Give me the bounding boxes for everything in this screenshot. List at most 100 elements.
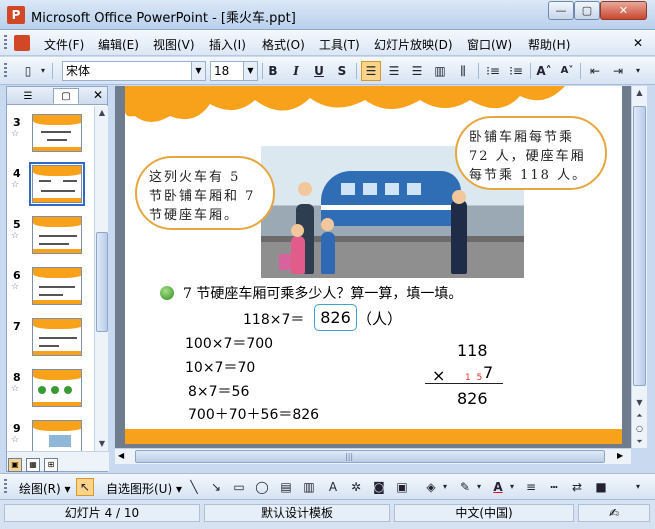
font-color-icon[interactable]: A [489,478,507,496]
slideshow-view-icon[interactable]: ⊞ [44,458,58,472]
scroll-thumb[interactable] [633,106,646,386]
arrow-icon[interactable]: ↘ [207,478,225,496]
menu-view[interactable]: 视图(V) [153,36,195,53]
columns-icon[interactable]: ⫼ [453,61,473,81]
picture-icon[interactable]: ▣ [393,478,411,496]
menu-edit[interactable]: 编辑(E) [98,36,139,53]
line-color-icon[interactable]: ✎ [456,478,474,496]
wordart-icon[interactable]: A [324,478,342,496]
scroll-up-icon[interactable]: ▲ [632,86,647,99]
bold-button[interactable]: B [263,61,283,81]
menu-grip[interactable] [4,35,7,51]
vertical-textbox-icon[interactable]: ▥ [300,478,318,496]
increase-font-icon[interactable]: A˄ [534,61,554,81]
chevron-down-icon[interactable]: ▼ [191,62,205,80]
fill-dropdown-icon[interactable]: ▾ [440,478,450,496]
scroll-down-icon[interactable]: ▼ [95,437,109,451]
slide-thumbnail-selected[interactable] [29,162,85,206]
shadow-style-icon[interactable]: ■ [592,478,610,496]
thumbnail-row-7[interactable]: 7 [7,318,93,368]
clipart-icon[interactable]: ◙ [370,478,388,496]
menu-tools[interactable]: 工具(T) [319,36,360,53]
powerpoint-icon[interactable]: P [7,6,25,24]
previous-slide-icon[interactable]: ⏶ [632,409,647,422]
design-template[interactable]: 默认设计模板 [204,504,390,522]
align-center-icon[interactable]: ☰ [384,61,404,81]
menu-format[interactable]: 格式(O) [262,36,305,53]
thumbnail-row-5[interactable]: 5 ☆ [7,216,93,266]
font-name-select[interactable]: 宋体 ▼ [62,61,206,81]
line-color-dropdown-icon[interactable]: ▾ [474,478,484,496]
thumbnail-row-9[interactable]: 9 ☆ [7,420,93,451]
new-icon[interactable]: ▯ [18,61,38,81]
minimize-button[interactable]: — [548,1,574,20]
menu-insert[interactable]: 插入(I) [209,36,246,53]
doc-close-icon[interactable]: ✕ [633,36,643,50]
close-button[interactable]: ✕ [600,1,647,20]
autoshapes-menu[interactable]: 自选图形(U) ▾ [106,480,182,497]
thumbnail-row-3[interactable]: 3 ☆ [7,114,93,164]
select-browse-object-icon[interactable]: ○ [632,422,647,435]
menu-file[interactable]: 文件(F) [44,36,84,53]
decrease-indent-icon[interactable]: ⇤ [585,61,605,81]
slide-vertical-scrollbar[interactable]: ▲ ▼ ⏶ ○ ⏷ [631,86,647,448]
scroll-thumb[interactable] [96,232,108,332]
scroll-up-icon[interactable]: ▲ [95,106,109,120]
outline-tab-icon[interactable]: ☰ [15,88,41,104]
menu-help[interactable]: 帮助(H) [528,36,570,53]
italic-button[interactable]: I [286,61,306,81]
distribute-icon[interactable]: ▥ [430,61,450,81]
toolbar-options-icon[interactable]: ▾ [632,478,644,496]
scroll-left-icon[interactable]: ◀ [118,451,124,460]
dash-style-icon[interactable]: ┅ [545,478,563,496]
scroll-right-icon[interactable]: ▶ [617,451,623,460]
scroll-down-icon[interactable]: ▼ [632,396,647,409]
document-icon[interactable] [14,35,30,51]
thumbnail-row-6[interactable]: 6 ☆ [7,267,93,317]
slide-thumbnail[interactable] [32,369,82,407]
toolbar-grip[interactable] [4,63,7,79]
chevron-down-icon[interactable]: ▼ [243,62,257,80]
menu-slideshow[interactable]: 幻灯片放映(D) [374,36,453,53]
slide-canvas[interactable]: 这列火车有 5 节卧铺车厢和 7 节硬座车厢。 卧铺车厢每节乘 72 人，硬座车… [125,86,622,444]
line-icon[interactable]: ╲ [185,478,203,496]
slide-thumbnail[interactable] [32,420,82,451]
sorter-view-icon[interactable]: ▦ [26,458,40,472]
draw-menu[interactable]: 绘图(R) ▾ [19,480,71,497]
textbox-icon[interactable]: ▤ [277,478,295,496]
slides-tab-icon[interactable]: ▢ [53,88,79,104]
slide-horizontal-scrollbar[interactable]: ◀ ||| ▶ [115,448,631,464]
rectangle-icon[interactable]: ▭ [230,478,248,496]
increase-indent-icon[interactable]: ⇥ [608,61,628,81]
normal-view-icon[interactable]: ▣ [8,458,22,472]
thumbnail-scrollbar[interactable]: ▲ ▼ [94,106,108,451]
answer-box[interactable]: 826 [314,304,357,331]
menu-window[interactable]: 窗口(W) [467,36,512,53]
thumbnail-row-8[interactable]: 8 ☆ [7,369,93,419]
scroll-thumb[interactable] [135,450,605,463]
slide-thumbnail[interactable] [32,267,82,305]
fill-color-icon[interactable]: ◈ [422,478,440,496]
line-style-icon[interactable]: ≡ [522,478,540,496]
decrease-font-icon[interactable]: A˅ [557,61,577,81]
underline-button[interactable]: U [309,61,329,81]
slide-thumbnail[interactable] [32,114,82,152]
shadow-button[interactable]: S [332,61,352,81]
select-arrow-icon[interactable]: ↖ [76,478,94,496]
slide-thumbnail[interactable] [32,318,82,356]
align-left-icon[interactable]: ☰ [361,61,381,81]
bullets-icon[interactable]: ⁝≡ [506,61,526,81]
toolbar-options-icon[interactable]: ▾ [632,61,644,81]
toolbar-grip[interactable] [4,479,7,495]
maximize-button[interactable]: ▢ [574,1,600,20]
new-dropdown-icon[interactable]: ▾ [38,61,48,81]
slide-thumbnail[interactable] [32,216,82,254]
numbering-icon[interactable]: ⁝≡ [483,61,503,81]
oval-icon[interactable]: ◯ [253,478,271,496]
diagram-icon[interactable]: ✲ [347,478,365,496]
arrow-style-icon[interactable]: ⇄ [568,478,586,496]
next-slide-icon[interactable]: ⏷ [632,435,647,448]
font-size-select[interactable]: 18 ▼ [210,61,258,81]
font-color-dropdown-icon[interactable]: ▾ [507,478,517,496]
thumbnail-row-4[interactable]: 4 ☆ [7,162,93,215]
